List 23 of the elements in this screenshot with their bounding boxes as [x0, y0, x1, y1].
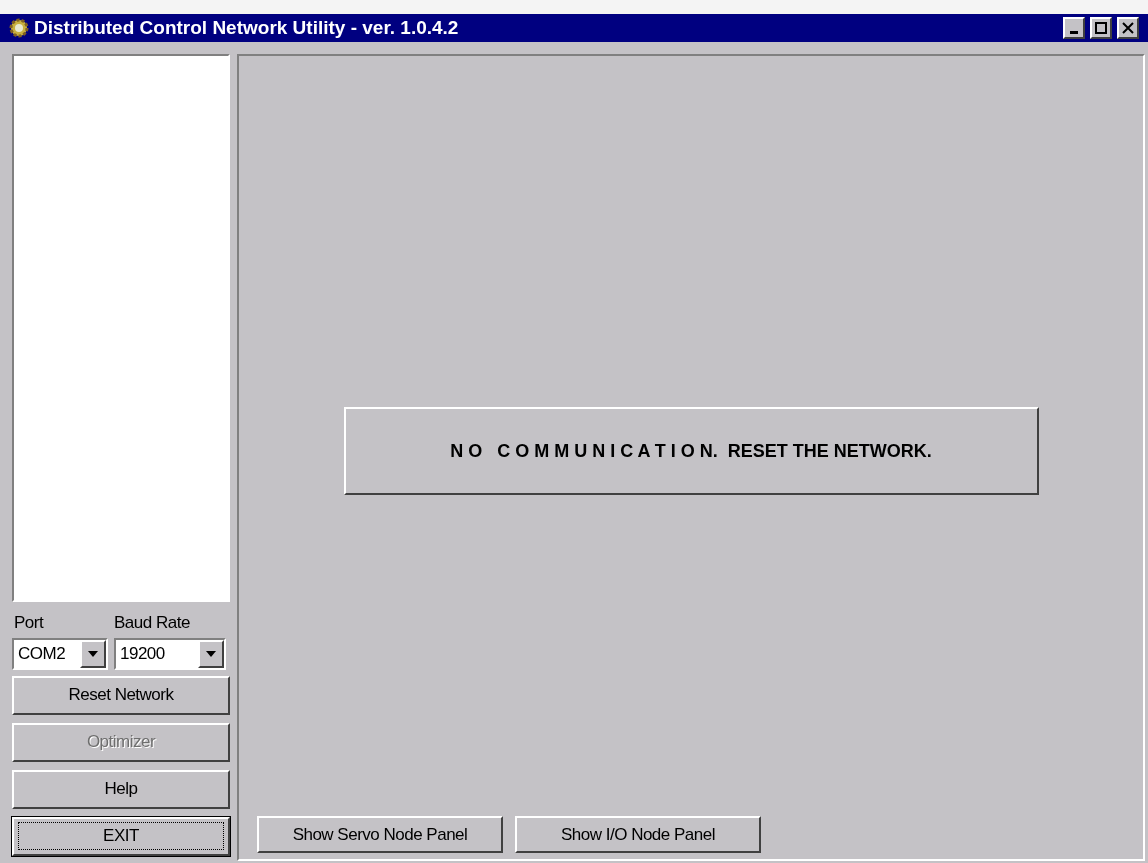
- dropdown-field[interactable]: COM2: [12, 637, 108, 670]
- maximize-icon: [1095, 22, 1107, 34]
- baud-rate-label: Baud Rate: [114, 612, 190, 634]
- dropdown-button[interactable]: [80, 639, 106, 668]
- side-button[interactable]: EXIT: [12, 816, 230, 856]
- close-button[interactable]: [1117, 17, 1139, 39]
- node-list[interactable]: [12, 54, 230, 602]
- panel-button[interactable]: Show Servo Node Panel: [257, 816, 503, 853]
- minimize-icon: [1070, 30, 1078, 34]
- side-button[interactable]: Reset Network: [12, 675, 230, 715]
- dropdown-field[interactable]: 19200: [114, 637, 226, 670]
- maximize-button[interactable]: [1090, 17, 1112, 39]
- minimize-button[interactable]: [1063, 17, 1085, 39]
- window-title: Distributed Control Network Utility - ver. 1.0.4.2: [34, 15, 459, 40]
- gear-icon: [8, 17, 30, 39]
- status-message: N O C O M M U N I C A T I O N. RESET THE NETWORK.: [343, 407, 1039, 495]
- caret-icon: [206, 650, 216, 657]
- dropdown-button[interactable]: [198, 639, 224, 668]
- close-icon: [1122, 22, 1134, 34]
- side-button[interactable]: Help: [12, 769, 230, 809]
- caret-icon: [88, 650, 98, 657]
- port-label: Port: [13, 612, 45, 634]
- panel-button[interactable]: Show I/O Node Panel: [515, 816, 761, 853]
